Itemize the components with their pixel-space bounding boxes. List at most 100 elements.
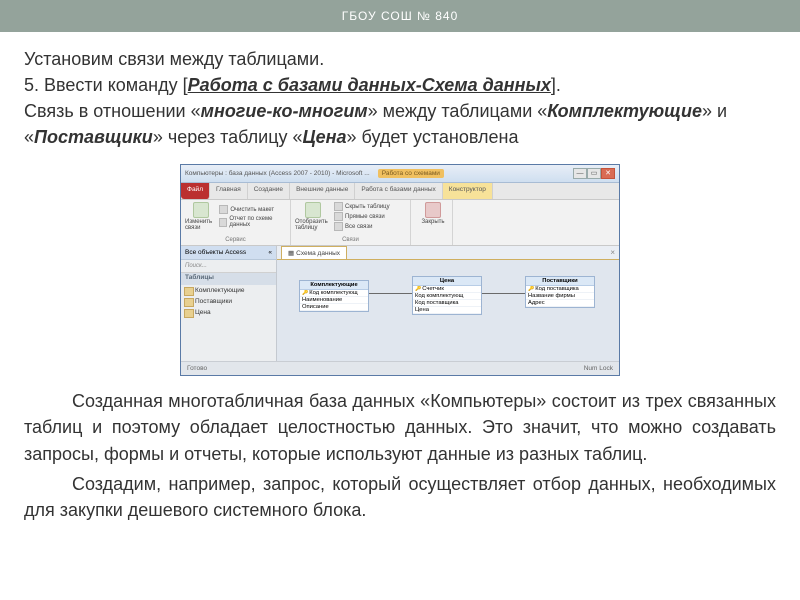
label: Отобразить таблицу <box>295 219 331 231</box>
app-body: Все объекты Access « Поиск... Таблицы Ко… <box>181 246 619 361</box>
table-name: Комплектующие <box>547 101 702 121</box>
table-icon <box>305 202 321 218</box>
table-header: Комплектующие <box>300 281 368 290</box>
relations-icon <box>193 202 209 218</box>
table-box-2[interactable]: Цена Счетчик Код комплектующ Код поставщ… <box>412 276 482 315</box>
label: Скрыть таблицу <box>345 204 390 210</box>
context-tab-label: Работа со схемами <box>378 169 444 178</box>
table-name: Цена <box>303 127 347 147</box>
table-name: Поставщики <box>34 127 153 147</box>
table-field: Описание <box>300 304 368 311</box>
status-right: Num Lock <box>584 365 613 372</box>
nav-header[interactable]: Все объекты Access « <box>181 246 276 260</box>
ribbon-tabs: Файл Главная Создание Внешние данные Раб… <box>181 183 619 200</box>
nav-category[interactable]: Таблицы <box>181 273 276 285</box>
status-left: Готово <box>187 365 207 372</box>
btn-all-rel[interactable]: Все связи <box>334 222 390 231</box>
canvas-close-button[interactable]: × <box>610 248 615 257</box>
access-screenshot: Компьютеры : база данных (Access 2007 - … <box>180 164 620 376</box>
minimize-button[interactable]: — <box>573 168 587 179</box>
ribbon-group-service: Изменить связи Очистить макет Отчет по с… <box>181 200 291 245</box>
text: » будет установлена <box>347 127 519 147</box>
table-field: Счетчик <box>413 286 481 293</box>
tab-constructor[interactable]: Конструктор <box>443 183 493 199</box>
canvas-tab[interactable]: ▦Схема данных <box>281 246 347 259</box>
table-field: Адрес <box>526 300 594 307</box>
window-buttons: — ▭ ✕ <box>573 168 615 179</box>
group-title: Сервис <box>185 237 286 243</box>
relation-type: многие-ко-многим <box>201 101 368 121</box>
canvas-area: ▦Схема данных × Комплектующие Код компле… <box>277 246 619 361</box>
label: Все связи <box>345 224 372 230</box>
hide-icon <box>334 202 343 211</box>
paragraph-1: Установим связи между таблицами. 5. Ввес… <box>24 46 776 150</box>
table-field: Название фирмы <box>526 293 594 300</box>
relation-line[interactable] <box>369 293 412 294</box>
placeholder: Поиск... <box>185 263 207 269</box>
nav-pane: Все объекты Access « Поиск... Таблицы Ко… <box>181 246 277 361</box>
paragraph-2: Созданная многотабличная база данных «Ко… <box>24 388 776 466</box>
window-title: Компьютеры : база данных (Access 2007 - … <box>185 170 370 177</box>
table-header: Поставщики <box>526 277 594 286</box>
relation-line[interactable] <box>482 293 525 294</box>
tab-external[interactable]: Внешние данные <box>290 183 355 199</box>
table-field: Код поставщика <box>413 300 481 307</box>
all-icon <box>334 222 343 231</box>
btn-hide-table[interactable]: Скрыть таблицу <box>334 202 390 211</box>
label: Все объекты Access <box>185 249 246 256</box>
tab-create[interactable]: Создание <box>248 183 290 199</box>
relations-canvas[interactable]: Комплектующие Код комплектующ Наименован… <box>277 259 619 361</box>
text: 5. Ввести команду [ <box>24 75 188 95</box>
label: Изменить связи <box>185 219 216 231</box>
table-field: Цена <box>413 307 481 314</box>
table-box-3[interactable]: Поставщики Код поставщика Название фирмы… <box>525 276 595 308</box>
paragraph-3: Создадим, например, запрос, который осущ… <box>24 471 776 523</box>
ribbon-group-relations: Отобразить таблицу Скрыть таблицу Прямые… <box>291 200 411 245</box>
clear-icon <box>219 205 228 214</box>
report-icon <box>219 218 227 227</box>
header-title: ГБОУ СОШ № 840 <box>342 9 459 23</box>
ribbon-group-close: Закрыть <box>411 200 453 245</box>
text: ]. <box>551 75 561 95</box>
nav-search[interactable]: Поиск... <box>181 260 276 273</box>
btn-schema-report[interactable]: Отчет по схеме данных <box>219 216 286 228</box>
label: Отчет по схеме данных <box>229 216 286 228</box>
close-icon <box>425 202 441 218</box>
slide-content: Установим связи между таблицами. 5. Ввес… <box>0 32 800 533</box>
btn-clear-layout[interactable]: Очистить макет <box>219 205 286 214</box>
text: Установим связи между таблицами. <box>24 49 324 69</box>
text: » через таблицу « <box>153 127 303 147</box>
text: » между таблицами « <box>368 101 548 121</box>
direct-icon <box>334 212 343 221</box>
window-titlebar: Компьютеры : база данных (Access 2007 - … <box>181 165 619 183</box>
label: Очистить макет <box>230 207 274 213</box>
label: Прямые связи <box>345 214 385 220</box>
maximize-button[interactable]: ▭ <box>587 168 601 179</box>
table-field: Код комплектующ <box>413 293 481 300</box>
nav-item[interactable]: Комплектующие <box>181 285 276 296</box>
btn-direct-rel[interactable]: Прямые связи <box>334 212 390 221</box>
group-title: Связи <box>295 237 406 243</box>
table-field: Код поставщика <box>526 286 594 293</box>
table-box-1[interactable]: Комплектующие Код комплектующ Наименован… <box>299 280 369 312</box>
btn-close-schema[interactable]: Закрыть <box>415 202 451 225</box>
slide-header: ГБОУ СОШ № 840 <box>0 0 800 32</box>
schema-icon: ▦ <box>288 249 294 257</box>
nav-item[interactable]: Цена <box>181 307 276 318</box>
tab-home[interactable]: Главная <box>210 183 248 199</box>
text: Связь в отношении « <box>24 101 201 121</box>
btn-edit-relations[interactable]: Изменить связи <box>185 202 216 231</box>
menu-command: Работа с базами данных-Схема данных <box>188 75 551 95</box>
close-button[interactable]: ✕ <box>601 168 615 179</box>
ribbon: Изменить связи Очистить макет Отчет по с… <box>181 200 619 246</box>
table-field: Наименование <box>300 297 368 304</box>
tab-file[interactable]: Файл <box>181 183 210 199</box>
table-header: Цена <box>413 277 481 286</box>
label: Схема данных <box>296 250 340 257</box>
label: Закрыть <box>421 219 444 225</box>
nav-item[interactable]: Поставщики <box>181 296 276 307</box>
btn-show-table[interactable]: Отобразить таблицу <box>295 202 331 231</box>
chevron-down-icon: « <box>268 249 272 256</box>
tab-database[interactable]: Работа с базами данных <box>355 183 442 199</box>
status-bar: Готово Num Lock <box>181 361 619 375</box>
